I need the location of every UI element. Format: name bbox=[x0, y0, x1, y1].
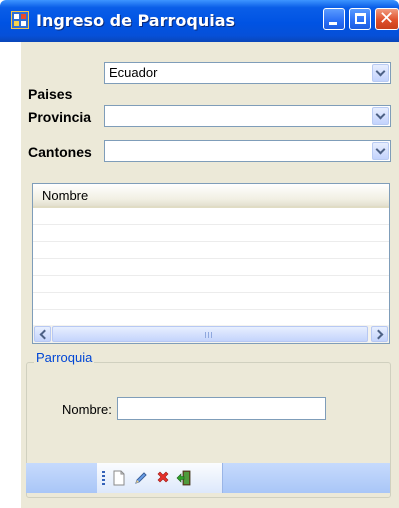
nombre-input[interactable] bbox=[117, 397, 326, 420]
table-row[interactable] bbox=[33, 259, 389, 276]
parroquias-grid[interactable]: Nombre bbox=[32, 183, 390, 344]
paises-dropdown-button[interactable] bbox=[372, 64, 389, 82]
horizontal-scrollbar[interactable] bbox=[33, 325, 389, 343]
close-button[interactable]: ✕ bbox=[375, 8, 399, 30]
paises-label: Paises bbox=[28, 86, 73, 102]
grid-header[interactable]: Nombre bbox=[33, 184, 389, 208]
grip-icon bbox=[205, 332, 214, 338]
cantones-dropdown-button[interactable] bbox=[372, 142, 389, 160]
provincia-dropdown-button[interactable] bbox=[372, 107, 389, 125]
table-row[interactable] bbox=[33, 208, 389, 225]
column-header-nombre[interactable]: Nombre bbox=[42, 188, 88, 203]
delete-x-icon[interactable] bbox=[155, 470, 171, 486]
edit-pencil-icon[interactable] bbox=[133, 470, 149, 486]
maximize-button[interactable] bbox=[349, 8, 371, 30]
provincia-label: Provincia bbox=[28, 109, 92, 125]
window-left-margin bbox=[0, 42, 21, 508]
new-document-icon[interactable] bbox=[111, 470, 127, 486]
nombre-label: Nombre: bbox=[62, 402, 112, 417]
table-row[interactable] bbox=[33, 276, 389, 293]
minimize-icon bbox=[329, 22, 337, 25]
table-row[interactable] bbox=[33, 293, 389, 310]
scroll-left-button[interactable] bbox=[34, 326, 51, 342]
arrow-right-icon bbox=[373, 329, 384, 340]
table-row[interactable] bbox=[33, 242, 389, 259]
toolbar bbox=[97, 463, 223, 493]
title-bar[interactable]: Ingreso de Parroquias ✕ bbox=[0, 0, 399, 42]
scrollbar-thumb[interactable] bbox=[52, 326, 368, 342]
scroll-right-button[interactable] bbox=[371, 326, 388, 342]
exit-door-icon[interactable] bbox=[176, 470, 192, 486]
paises-combobox[interactable]: Ecuador bbox=[104, 62, 391, 84]
cantones-label: Cantones bbox=[28, 144, 92, 160]
arrow-left-icon bbox=[39, 329, 50, 340]
close-icon: ✕ bbox=[379, 8, 395, 29]
chevron-down-icon bbox=[375, 144, 386, 155]
table-row[interactable] bbox=[33, 225, 389, 242]
chevron-down-icon bbox=[375, 109, 386, 120]
minimize-button[interactable] bbox=[323, 8, 345, 30]
paises-value: Ecuador bbox=[109, 65, 158, 80]
form-app-icon bbox=[11, 11, 29, 29]
maximize-icon bbox=[355, 13, 366, 24]
window: Ingreso de Parroquias ✕ Paises Ecuador P… bbox=[0, 0, 399, 508]
cantones-combobox[interactable] bbox=[104, 140, 391, 162]
window-title: Ingreso de Parroquias bbox=[36, 11, 236, 30]
chevron-down-icon bbox=[375, 66, 386, 77]
provincia-combobox[interactable] bbox=[104, 105, 391, 127]
toolbar-grip-icon[interactable] bbox=[102, 471, 105, 485]
parroquia-group-legend: Parroquia bbox=[34, 350, 95, 365]
